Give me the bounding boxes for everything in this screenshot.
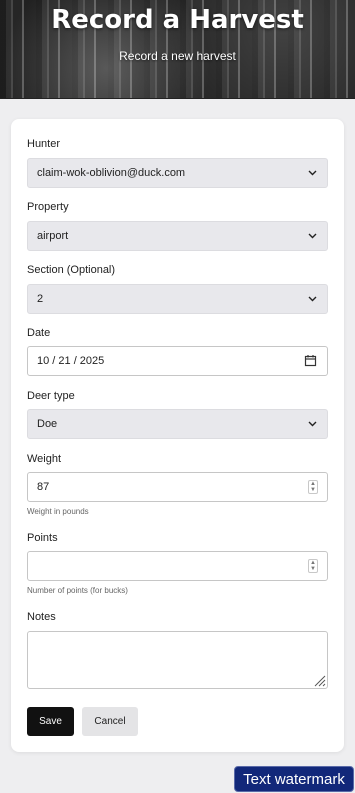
deer-type-select[interactable]: Doe (27, 409, 328, 439)
property-select[interactable]: airport (27, 221, 328, 251)
property-select-value: airport (37, 230, 69, 242)
page-subtitle: Record a new harvest (119, 49, 236, 63)
harvest-form-card: Hunter claim-wok-oblivion@duck.com Prope… (11, 119, 344, 752)
notes-label: Notes (27, 611, 56, 623)
save-button[interactable]: Save (27, 707, 74, 736)
hunter-label: Hunter (27, 138, 61, 150)
deer-type-select-value: Doe (37, 418, 58, 430)
chevron-down-icon (306, 167, 318, 179)
spinner-icon[interactable]: ▲ ▼ (308, 480, 318, 494)
date-input-value: 10 / 21 / 2025 (37, 355, 105, 367)
weight-label: Weight (27, 453, 62, 465)
weight-input-value: 87 (37, 481, 50, 493)
chevron-down-icon (306, 293, 318, 305)
resize-grip-icon[interactable] (312, 673, 326, 687)
hunter-select-value: claim-wok-oblivion@duck.com (37, 167, 186, 179)
date-label: Date (27, 327, 51, 339)
deer-type-label: Deer type (27, 390, 75, 402)
calendar-icon[interactable] (304, 354, 318, 368)
points-input[interactable]: ▲ ▼ (27, 551, 328, 581)
notes-textarea[interactable] (27, 631, 328, 689)
property-label: Property (27, 201, 69, 213)
hunter-select[interactable]: claim-wok-oblivion@duck.com (27, 158, 328, 188)
cancel-button[interactable]: Cancel (82, 707, 138, 736)
chevron-down-icon (306, 230, 318, 242)
points-hint: Number of points (for bucks) (27, 586, 128, 595)
header-banner: Record a Harvest Record a new harvest (0, 0, 355, 99)
text-watermark: Text watermark (234, 766, 354, 792)
points-label: Points (27, 532, 58, 544)
section-select-value: 2 (37, 293, 44, 305)
chevron-down-icon (306, 418, 318, 430)
page-title: Record a Harvest (51, 5, 304, 35)
section-label: Section (Optional) (27, 264, 116, 276)
section-select[interactable]: 2 (27, 284, 328, 314)
weight-hint: Weight in pounds (27, 507, 89, 516)
spinner-icon[interactable]: ▲ ▼ (308, 559, 318, 573)
weight-input[interactable]: 87 ▲ ▼ (27, 472, 328, 502)
date-input[interactable]: 10 / 21 / 2025 (27, 346, 328, 376)
